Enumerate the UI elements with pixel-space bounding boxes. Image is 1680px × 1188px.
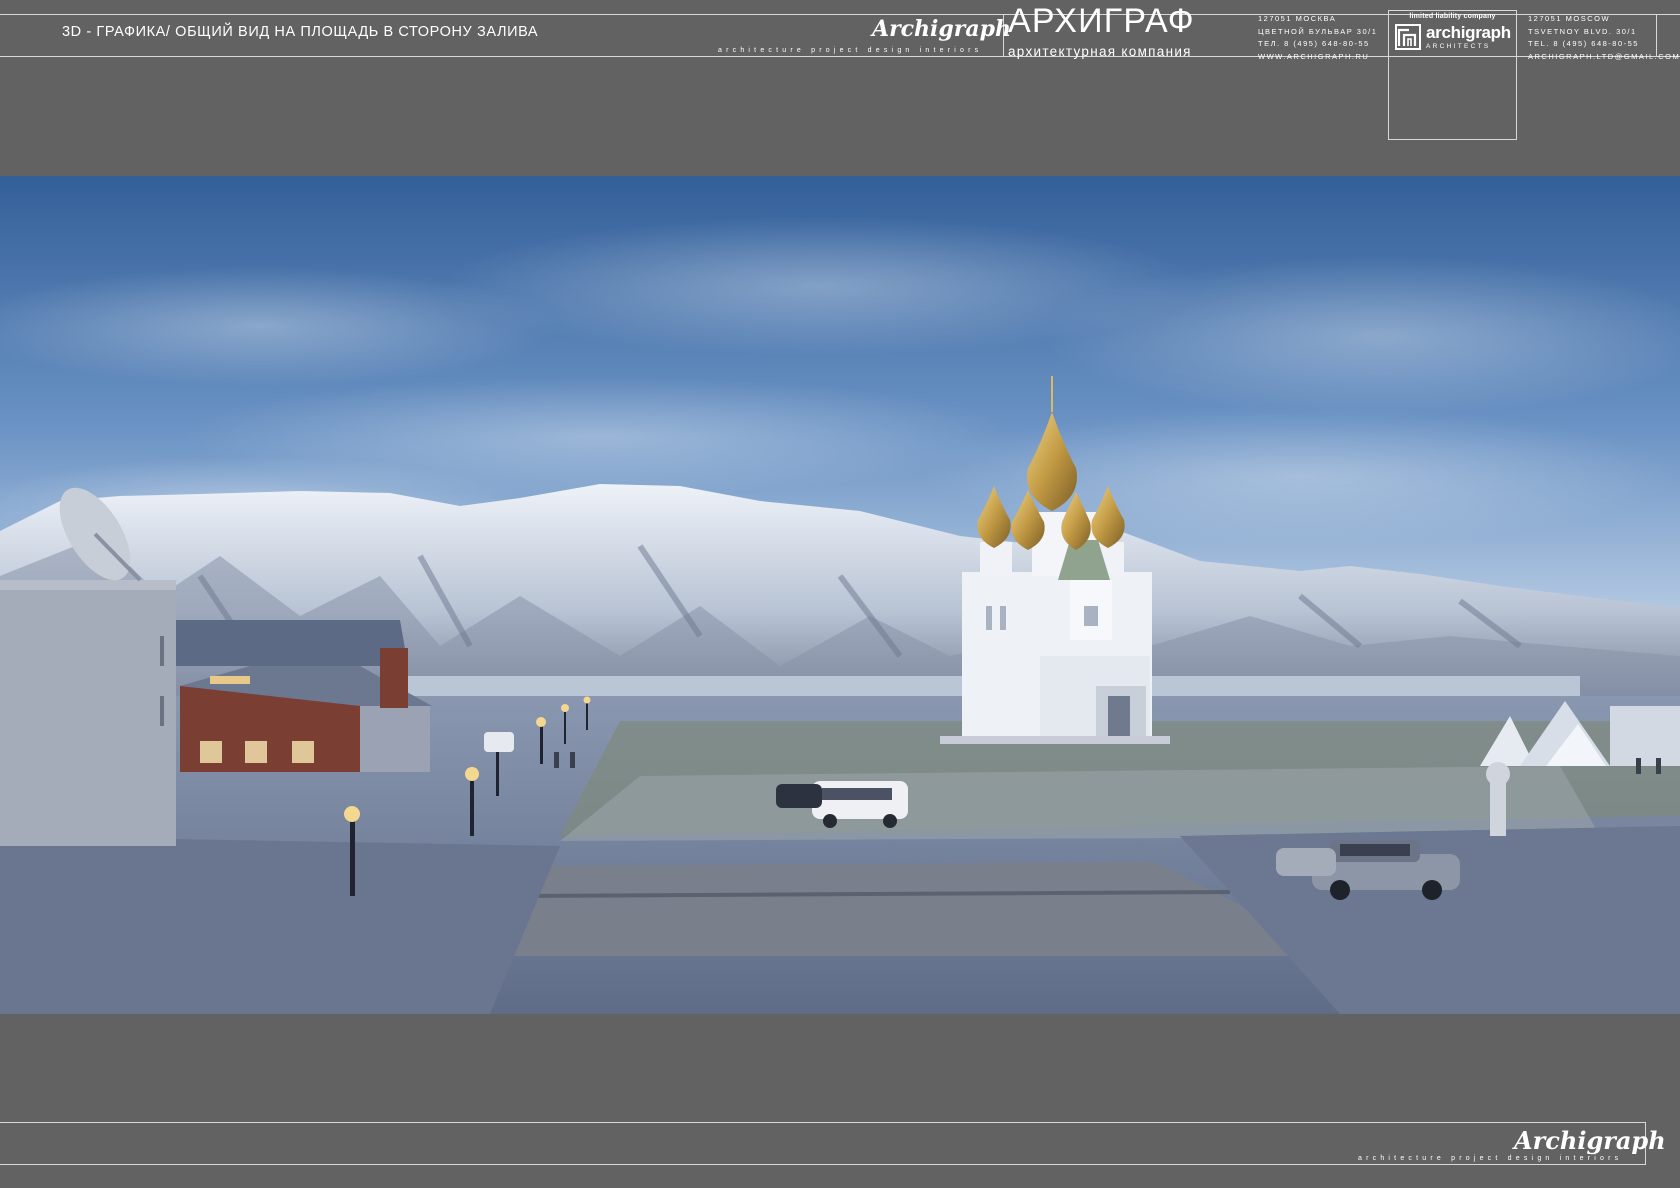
archigraph-logo-icon [1395,24,1421,50]
brand-subtitle-ru: архитектурная компания [1008,44,1192,59]
car-distant [484,732,514,752]
footer-top-rule [0,1122,1646,1123]
footer-bottom-rule [0,1164,1646,1165]
brand-name-ru: АРХИГРАФ [1008,2,1195,40]
dark-car [776,784,822,808]
render-image [0,176,1680,1014]
email-link[interactable]: ARCHIGRAPH.LTD@GMAIL.COM [1528,51,1680,64]
header-tagline: architecture project design interiors [718,47,983,54]
address-en-line: 127051 MOSCOW [1528,14,1611,23]
footer-signature: Archigraph [1514,1126,1666,1155]
address-ru: 127051 МОСКВА ЦВЕТНОЙ БУЛЬВАР 30/1 ТЕЛ. … [1258,13,1377,63]
logo-caption: limited liability company [1409,13,1496,20]
address-ru-line: ЦВЕТНОЙ БУЛЬВАР 30/1 [1258,26,1378,36]
logo-wordmark: archigraph [1426,23,1511,42]
company-logo-box: limited liability company archigraph ARC… [1388,10,1517,140]
logo-architects: ARCHITECTS [1426,43,1491,50]
grey-building [0,580,176,846]
address-ru-line: 127051 МОСКВА [1258,14,1337,23]
second-suv [1276,848,1336,876]
address-en-line: TEL. 8 (495) 648-80-55 [1528,39,1639,48]
footer-tagline: architecture project design interiors [1358,1155,1623,1162]
address-ru-line: ТЕЛ. 8 (495) 648-80-55 [1258,39,1370,48]
header-signature: Archigraph [872,16,1012,42]
website-link[interactable]: WWW.ARCHIGRAPH.RU [1258,51,1377,64]
road [0,836,560,1014]
address-en-line: TSVETNOY BLVD. 30/1 [1528,26,1637,36]
address-en: 127051 MOSCOW TSVETNOY BLVD. 30/1 TEL. 8… [1528,13,1680,63]
brick-building [176,620,432,772]
sheet-title: 3D - ГРАФИКА/ ОБЩИЙ ВИД НА ПЛОЩАДЬ В СТО… [62,24,539,40]
